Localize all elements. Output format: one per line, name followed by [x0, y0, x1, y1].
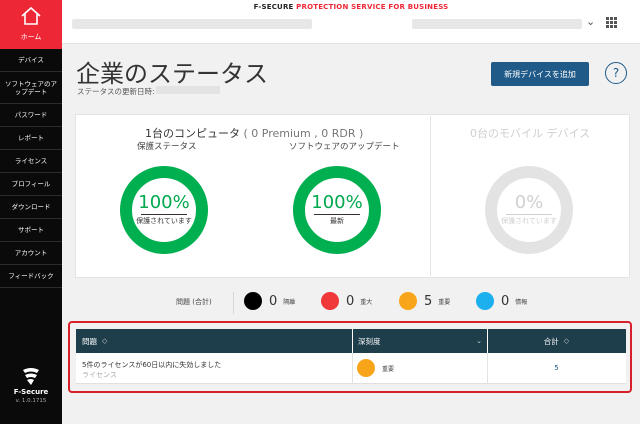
help-icon[interactable]: ? — [605, 62, 627, 84]
sidebar-item-software-updates[interactable]: ソフトウェアのアップデート — [0, 72, 62, 104]
sidebar-item-home[interactable]: ホーム — [0, 0, 62, 49]
sidebar-nav: デバイス ソフトウェアのアップデート パスワード レポート ライセンス プロフィ… — [0, 49, 62, 288]
legend-divider — [233, 292, 234, 314]
company-name-redacted — [72, 19, 312, 29]
ring-divider — [141, 214, 187, 215]
sort-icon: ◇ — [102, 337, 108, 345]
sidebar-item-label: ソフトウェアのアップデート — [5, 79, 57, 96]
sidebar: ホーム デバイス ソフトウェアのアップデート パスワード レポート ライセンス … — [0, 0, 62, 424]
legend-title: 問題 (合計) — [176, 298, 212, 306]
legend-item-info[interactable]: 0 情報 — [476, 292, 527, 310]
sidebar-item-feedback[interactable]: フィードバック — [0, 265, 62, 288]
legend-name: 重大 — [360, 298, 373, 306]
sidebar-item-label: レポート — [18, 134, 44, 142]
sidebar-item-profiles[interactable]: プロフィール — [0, 173, 62, 196]
computers-count: 1台のコンピュータ — [145, 127, 240, 140]
user-account-selector[interactable] — [412, 19, 582, 29]
issues-legend: 問題 (合計) 0 隔離 0 重大 5 重要 0 情報 — [176, 292, 596, 314]
severity-label: 重要 — [382, 366, 395, 373]
sidebar-item-label: アカウント — [14, 249, 48, 257]
product-title: F-SECURE PROTECTION SERVICE FOR BUSINESS — [62, 3, 640, 11]
software-updates-label: ソフトウェアのアップデート — [289, 142, 400, 152]
add-device-button[interactable]: 新規デバイスを追加 — [491, 62, 589, 86]
critical-dot — [321, 292, 339, 310]
page-title: 企業のステータス — [76, 60, 268, 88]
sidebar-item-account[interactable]: アカウント — [0, 242, 62, 265]
sidebar-item-label: フィードバック — [8, 272, 54, 280]
issue-category: ライセンス — [82, 371, 117, 379]
sidebar-item-devices[interactable]: デバイス — [0, 49, 62, 72]
cell-divider — [352, 353, 353, 384]
legend-item-important[interactable]: 5 重要 — [399, 292, 450, 310]
sidebar-item-passwords[interactable]: パスワード — [0, 104, 62, 127]
quarantine-dot — [244, 292, 262, 310]
column-label: 深刻度 — [358, 336, 381, 346]
home-icon — [21, 6, 41, 25]
legend-item-quarantine[interactable]: 0 隔離 — [244, 292, 295, 310]
card-divider — [430, 116, 431, 276]
important-dot — [399, 292, 417, 310]
sidebar-item-label: ダウンロード — [11, 203, 51, 211]
apps-grid-icon[interactable] — [606, 17, 617, 28]
legend-name: 情報 — [515, 298, 528, 306]
legend-count: 0 — [501, 293, 510, 309]
mobile-percent: 0% — [514, 192, 544, 213]
column-label: 合計 — [543, 336, 559, 346]
protection-sub: 保護されています — [136, 217, 192, 225]
legend-count: 5 — [424, 293, 433, 309]
sidebar-item-label: ライセンス — [14, 157, 48, 165]
ring-divider — [506, 214, 552, 215]
chevron-down-icon[interactable]: ⌄ — [586, 15, 595, 28]
column-divider — [352, 329, 353, 353]
sidebar-item-licenses[interactable]: ライセンス — [0, 150, 62, 173]
protection-ring[interactable]: 100% 保護されています — [119, 165, 209, 255]
protection-percent: 100% — [138, 192, 190, 213]
column-header-total[interactable]: 合計 ◇ — [487, 329, 626, 353]
protection-status-label: 保護ステータス — [137, 142, 197, 152]
issue-text: 5件のライセンスが60日以内に失効しました — [82, 361, 222, 369]
updates-ring[interactable]: 100% 最新 — [292, 165, 382, 255]
column-label: 問題 — [82, 336, 97, 346]
legend-item-critical[interactable]: 0 重大 — [321, 292, 372, 310]
sidebar-item-label: プロフィール — [11, 180, 51, 188]
table-row[interactable]: 5件のライセンスが60日以内に失効しました ライセンス 重要 5 — [76, 353, 626, 384]
legend-count: 0 — [346, 293, 355, 309]
sidebar-item-label: サポート — [18, 226, 44, 234]
total-count-link[interactable]: 5 — [487, 364, 626, 372]
sidebar-item-downloads[interactable]: ダウンロード — [0, 196, 62, 219]
status-updated-value-redacted — [156, 86, 220, 94]
status-updated-label: ステータスの更新日時: — [77, 87, 155, 96]
legend-count: 0 — [269, 293, 278, 309]
sidebar-item-support[interactable]: サポート — [0, 219, 62, 242]
ring-divider — [314, 214, 360, 215]
issues-table: 問題 ◇ 深刻度 ⌄ 合計 ◇ 5件のライセンスが60日以内に失効しました ライセンス… — [76, 329, 626, 384]
brand-name: F-Secure — [13, 388, 49, 396]
info-dot — [476, 292, 494, 310]
table-header: 問題 ◇ 深刻度 ⌄ 合計 ◇ — [76, 329, 626, 353]
sidebar-item-label: ホーム — [20, 33, 42, 41]
mobile-sub: 保護されています — [501, 217, 557, 225]
sidebar-item-reports[interactable]: レポート — [0, 127, 62, 150]
legend-name: 重要 — [438, 298, 451, 306]
computers-detail: ( 0 Premium , 0 RDR ) — [243, 127, 364, 140]
product-service: PROTECTION SERVICE FOR BUSINESS — [296, 3, 449, 11]
chevron-down-icon: ⌄ — [476, 337, 482, 345]
column-header-severity[interactable]: 深刻度 ⌄ — [358, 329, 482, 353]
column-header-issue[interactable]: 問題 ◇ — [82, 329, 107, 353]
version-label: v. 1.0.1715 — [15, 398, 47, 404]
computers-heading: 1台のコンピュータ ( 0 Premium , 0 RDR ) — [145, 125, 363, 141]
sidebar-item-label: デバイス — [18, 56, 44, 64]
product-brand: F-SECURE — [253, 3, 294, 11]
brand-block: F-Secure v. 1.0.1715 — [0, 366, 62, 404]
updates-percent: 100% — [311, 192, 363, 213]
f-secure-logo-icon — [23, 368, 39, 385]
mobile-ring: 0% 保護されています — [484, 165, 574, 255]
updates-sub: 最新 — [330, 217, 344, 225]
severity-dot — [357, 359, 375, 377]
top-header: F-SECURE PROTECTION SERVICE FOR BUSINESS… — [62, 0, 640, 44]
mobile-heading: 0台のモバイル デバイス — [470, 127, 591, 140]
sidebar-item-label: パスワード — [14, 111, 48, 119]
sort-icon: ◇ — [563, 337, 570, 345]
legend-name: 隔離 — [283, 298, 296, 306]
